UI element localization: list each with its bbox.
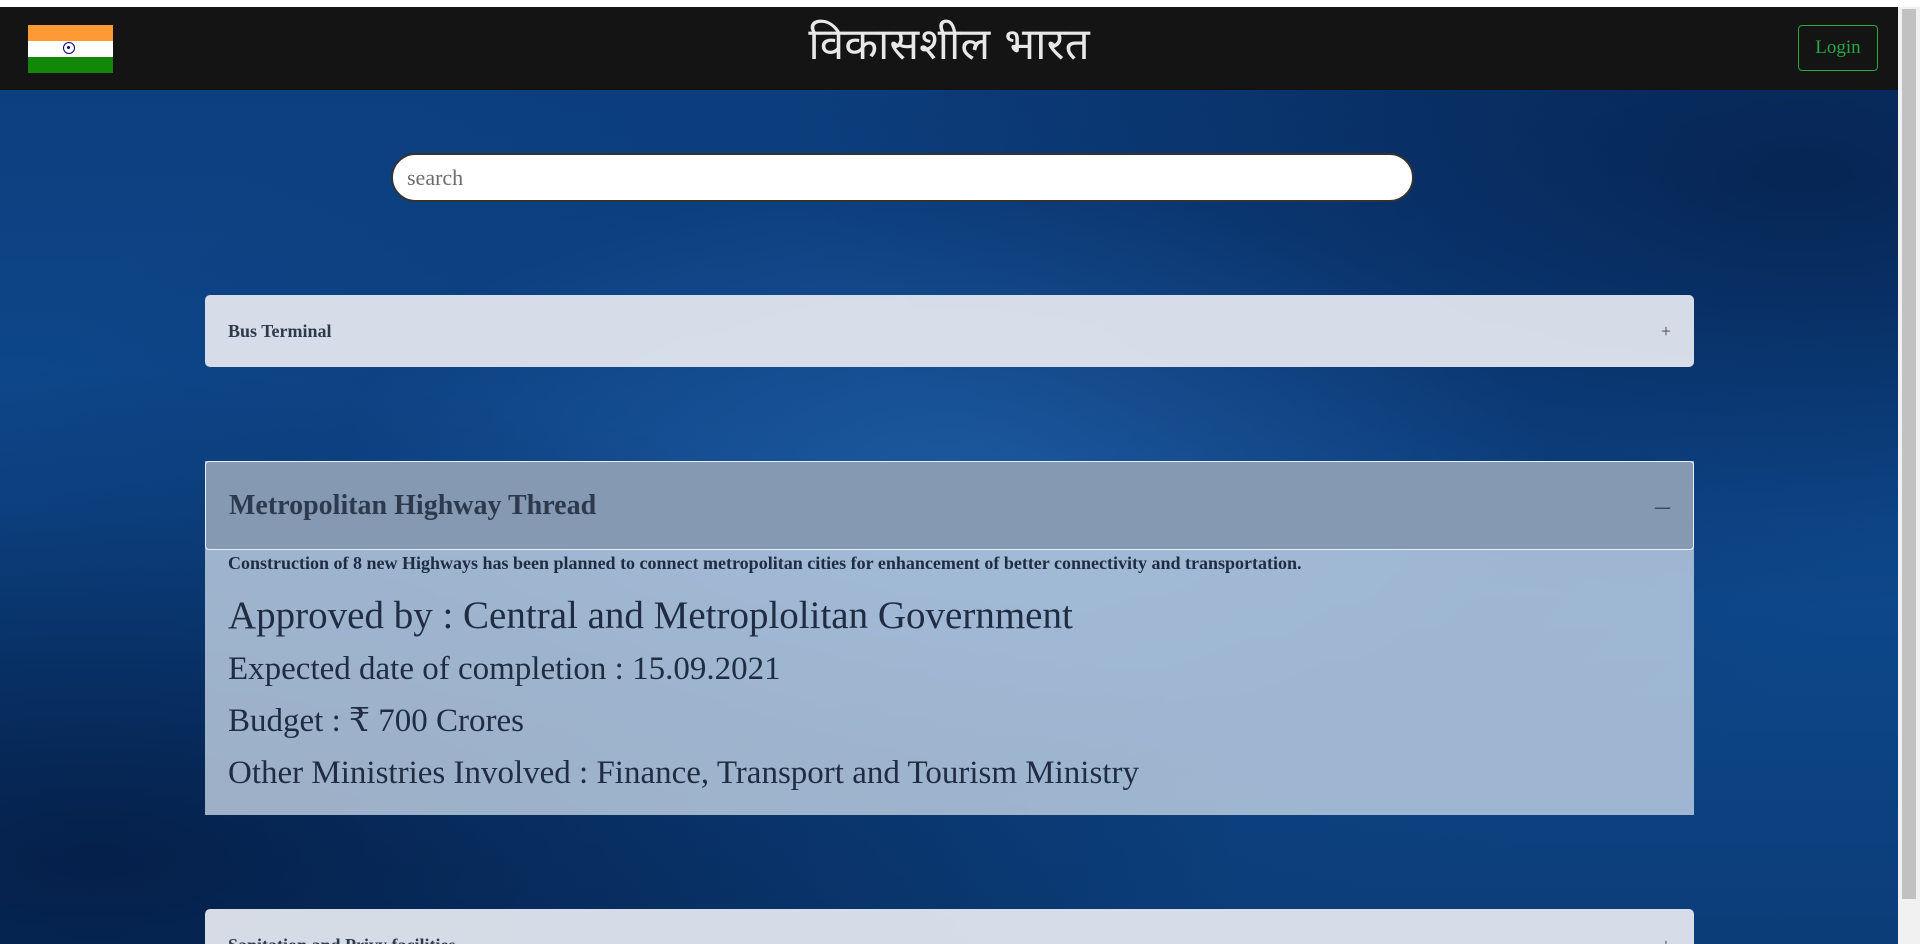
- search-input[interactable]: [391, 153, 1414, 202]
- project-card-bus-terminal[interactable]: Bus Terminal +: [205, 295, 1694, 367]
- project-description: Construction of 8 new Highways has been …: [228, 553, 1302, 573]
- project-card-sanitation[interactable]: Sanitation and Privy facilities +: [205, 909, 1694, 944]
- expand-icon[interactable]: +: [1661, 935, 1671, 944]
- ministries-involved: Other Ministries Involved : Finance, Tra…: [228, 755, 1139, 791]
- project-title: Metropolitan Highway Thread: [229, 489, 597, 521]
- project-card-metropolitan-highway: Metropolitan Highway Thread – Constructi…: [205, 461, 1694, 815]
- vertical-scrollbar[interactable]: [1898, 7, 1920, 944]
- navbar: विकासशील भारत Login: [0, 7, 1898, 90]
- collapse-icon[interactable]: –: [1655, 489, 1670, 523]
- project-title: Sanitation and Privy facilities: [228, 935, 456, 944]
- scrollbar-thumb[interactable]: [1902, 9, 1916, 899]
- completion-date: Expected date of completion : 15.09.2021: [228, 651, 781, 687]
- login-button[interactable]: Login: [1798, 25, 1878, 71]
- project-details: Construction of 8 new Highways has been …: [205, 550, 1694, 794]
- budget: Budget : ₹ 700 Crores: [228, 703, 524, 739]
- expand-icon[interactable]: +: [1661, 321, 1671, 342]
- project-header[interactable]: Metropolitan Highway Thread –: [205, 461, 1694, 550]
- site-title: विकासशील भारत: [808, 19, 1090, 70]
- project-title: Bus Terminal: [228, 320, 332, 341]
- approved-by: Approved by : Central and Metroplolitan …: [228, 594, 1073, 637]
- project-header[interactable]: Sanitation and Privy facilities +: [205, 909, 1694, 944]
- project-header[interactable]: Bus Terminal +: [205, 295, 1694, 367]
- top-strip: [0, 0, 1920, 7]
